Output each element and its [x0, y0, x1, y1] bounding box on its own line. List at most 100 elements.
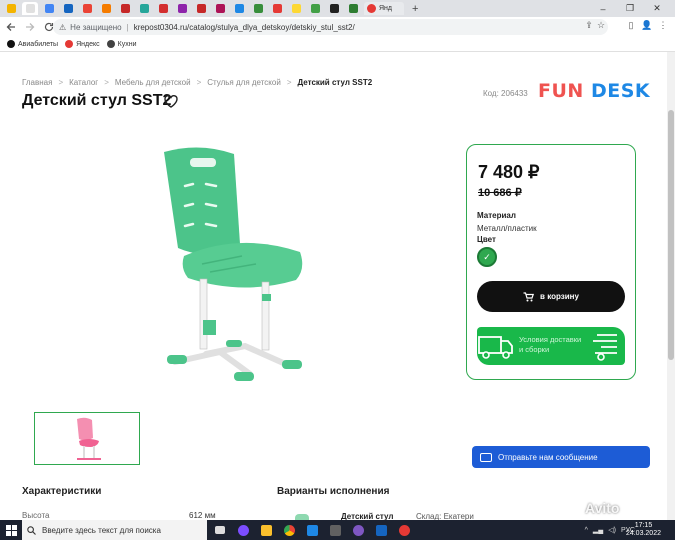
- file-explorer-icon[interactable]: [256, 520, 276, 540]
- bookmark-star-icon[interactable]: ☆: [594, 17, 608, 33]
- product-image[interactable]: [150, 144, 330, 384]
- bookmarks-bar: Авиабилеты Яндекс Кухни: [0, 37, 675, 52]
- browser-tab[interactable]: [60, 2, 76, 15]
- browser-tab[interactable]: [155, 2, 171, 15]
- breadcrumb-catalog[interactable]: Каталог: [69, 78, 98, 87]
- browser-tab[interactable]: [136, 2, 152, 15]
- color-swatch-green[interactable]: ✓: [477, 247, 497, 267]
- warning-icon[interactable]: ⚠: [59, 23, 66, 32]
- maximize-button[interactable]: ❐: [619, 0, 641, 17]
- breadcrumb: Главная > Каталог > Мебель для детской >…: [22, 78, 372, 87]
- chat-button[interactable]: Отправьте нам сообщение: [472, 446, 650, 468]
- breadcrumb-separator: >: [104, 78, 109, 87]
- new-tab-button[interactable]: +: [412, 3, 418, 15]
- volume-icon[interactable]: ◁): [608, 526, 616, 534]
- opera-icon[interactable]: [394, 520, 414, 540]
- delivery-banner[interactable]: Условия доставки и сборки: [477, 327, 625, 365]
- page-title: Детский стул SST2: [22, 92, 172, 109]
- variant-stock: Склад: Екатери: [416, 512, 474, 520]
- browser-tab[interactable]: [269, 2, 285, 15]
- arrow-left-icon: [6, 23, 15, 31]
- browser-tab[interactable]: [250, 2, 266, 15]
- address-bar[interactable]: ⚠ Не защищено | krepost0304.ru/catalog/s…: [53, 19, 608, 35]
- clock[interactable]: 17:15 24.03.2022: [626, 522, 661, 538]
- viber-icon[interactable]: [348, 520, 368, 540]
- add-to-cart-button[interactable]: в корзину: [477, 281, 625, 312]
- tab-favicon-icon: [367, 4, 376, 13]
- bookmark-aviabilety[interactable]: Авиабилеты: [7, 40, 58, 48]
- delivery-text-line-1: Условия доставки: [519, 335, 582, 344]
- chat-icon: [480, 452, 492, 462]
- tab-favicon-icon: [177, 4, 187, 13]
- tab-favicon-icon: [291, 4, 301, 13]
- bookmark-yandex[interactable]: Яндекс: [65, 40, 100, 48]
- material-value: Металл/пластик: [477, 224, 537, 233]
- brand-logo[interactable]: FUN DESK: [538, 80, 650, 102]
- browser-tab[interactable]: [3, 2, 19, 15]
- browser-tab[interactable]: Янд: [364, 2, 404, 15]
- breadcrumb-chairs[interactable]: Стулья для детской: [207, 78, 281, 87]
- chevron-up-icon[interactable]: ^: [585, 527, 588, 534]
- taskbar-search[interactable]: Введите здесь текст для поиска: [22, 520, 207, 540]
- tab-favicon-icon: [63, 4, 73, 13]
- start-button[interactable]: [0, 520, 22, 540]
- check-icon: ✓: [483, 251, 491, 262]
- browser-tab[interactable]: [345, 2, 361, 15]
- chrome-icon[interactable]: [279, 520, 299, 540]
- scrollbar-thumb[interactable]: [668, 110, 674, 360]
- specs-heading: Характеристики: [22, 486, 102, 497]
- forward-button[interactable]: [22, 19, 38, 35]
- variant-name[interactable]: Детский стул: [341, 512, 393, 520]
- tab-favicon-icon: [44, 4, 54, 13]
- heart-icon[interactable]: [163, 93, 179, 109]
- task-view-icon[interactable]: [210, 520, 230, 540]
- price: 7 480 ₽: [478, 162, 540, 182]
- tab-favicon-icon: [234, 4, 244, 13]
- tab-title: Янд: [379, 5, 393, 12]
- spec-name: Высота: [22, 511, 50, 520]
- cortana-icon[interactable]: [233, 520, 253, 540]
- search-placeholder: Введите здесь текст для поиска: [42, 525, 161, 535]
- browser-tab[interactable]: [231, 2, 247, 15]
- color-label: Цвет: [477, 235, 496, 244]
- network-icon[interactable]: ▂▄: [593, 526, 603, 534]
- breadcrumb-home[interactable]: Главная: [22, 78, 52, 87]
- spec-value: 612 мм: [189, 511, 216, 520]
- browser-tab[interactable]: [174, 2, 190, 15]
- profile-icon[interactable]: 👤: [640, 17, 654, 33]
- scrollbar[interactable]: [667, 52, 675, 520]
- browser-tab[interactable]: [41, 2, 57, 15]
- browser-tab[interactable]: [117, 2, 133, 15]
- browser-tab[interactable]: [98, 2, 114, 15]
- tab-favicon-icon: [82, 4, 92, 13]
- tab-favicon-icon: [6, 4, 16, 13]
- browser-tab[interactable]: [193, 2, 209, 15]
- menu-icon[interactable]: ⋮: [656, 17, 670, 33]
- store-icon[interactable]: [302, 520, 322, 540]
- clock-date: 24.03.2022: [625, 530, 661, 537]
- delivery-text-line-2: и сборки: [519, 345, 550, 354]
- browser-tab[interactable]: [307, 2, 323, 15]
- bookmark-kukhni[interactable]: Кухни: [106, 40, 137, 48]
- thumbnail-selected[interactable]: [34, 412, 140, 465]
- word-icon[interactable]: [371, 520, 391, 540]
- browser-tab[interactable]: [79, 2, 95, 15]
- browser-tab[interactable]: [22, 2, 38, 15]
- browser-tab[interactable]: [326, 2, 342, 15]
- browser-tab[interactable]: [212, 2, 228, 15]
- tab-favicon-icon: [196, 4, 206, 13]
- price-panel: 7 480 ₽ 10 686 ₽ Материал Металл/пластик…: [466, 144, 636, 380]
- url-text[interactable]: krepost0304.ru/catalog/stulya_dlya_detsk…: [134, 23, 355, 32]
- minimize-button[interactable]: –: [592, 0, 614, 17]
- product-code: Код: 206433: [483, 89, 528, 98]
- tab-favicon-icon: [253, 4, 263, 13]
- security-status[interactable]: Не защищено: [70, 23, 121, 32]
- reading-list-icon[interactable]: ▯: [624, 17, 638, 33]
- chat-label: Отправьте нам сообщение: [498, 452, 598, 462]
- app-icon[interactable]: [325, 520, 345, 540]
- close-window-button[interactable]: ✕: [646, 0, 668, 17]
- breadcrumb-furniture[interactable]: Мебель для детской: [115, 78, 191, 87]
- browser-tab[interactable]: [288, 2, 304, 15]
- back-button[interactable]: [3, 19, 19, 35]
- tab-favicon-icon: [329, 4, 339, 13]
